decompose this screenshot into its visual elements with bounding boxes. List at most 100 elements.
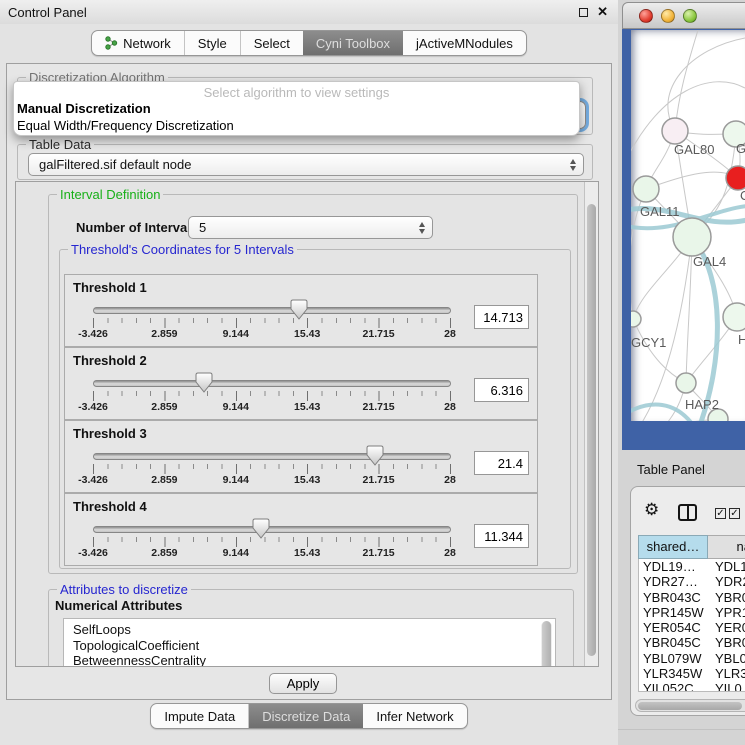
slider-thumb[interactable] (195, 372, 213, 393)
table-row[interactable]: YBL079WYBL0 (639, 651, 745, 666)
node-label-c: C (740, 188, 745, 203)
threshold-4-value-field[interactable] (474, 524, 529, 548)
table-panel: Table Panel ⚙ ✓ ✓ shared… na YDL19…YDL1 … (618, 450, 745, 745)
network-desktop: GAL80 GA C GAL11 GAL4 GCY1 H HAP2 (622, 29, 745, 450)
tab-cyni-toolbox[interactable]: Cyni Toolbox (303, 31, 403, 55)
threshold-2-slider[interactable]: -3.4262.8599.14415.4321.71528 (93, 374, 451, 416)
threshold-3-slider[interactable]: -3.4262.8599.14415.4321.71528 (93, 447, 451, 489)
node-h[interactable] (723, 303, 745, 331)
threshold-3-value-field[interactable] (474, 451, 529, 475)
table-row[interactable]: YDR27…YDR2 (639, 574, 745, 589)
close-traffic-light-icon[interactable] (639, 9, 653, 23)
slider-track (93, 307, 451, 314)
column-header-name[interactable]: na (708, 535, 745, 559)
columns-icon[interactable] (678, 504, 697, 521)
slider-track (93, 526, 451, 533)
cyni-toolbox-content: Discretization Algorithm Table Data galF… (6, 63, 612, 700)
dropdown-item-equal-width-frequency[interactable]: Equal Width/Frequency Discretization (14, 118, 579, 135)
tab-discretize-data[interactable]: Discretize Data (249, 704, 363, 728)
table-row[interactable]: YLR345WYLR3 (639, 666, 745, 681)
table-panel-title: Table Panel (637, 462, 705, 477)
tab-select-label: Select (254, 36, 290, 51)
zoom-traffic-light-icon[interactable] (683, 9, 697, 23)
slider-thumb[interactable] (290, 299, 308, 320)
threshold-2-panel: Threshold 2 -3.4262.8599.14415.4321.7152… (64, 347, 538, 420)
node-gal80[interactable] (662, 118, 688, 144)
slider-track (93, 453, 451, 460)
combo-stepper-icon (419, 222, 425, 234)
settings-scrollpane: Interval Definition Number of Intervals … (15, 181, 599, 667)
threshold-2-label: Threshold 2 (73, 353, 147, 368)
node-red-selected[interactable] (726, 166, 745, 190)
table-row[interactable]: YBR045CYBR0 (639, 635, 745, 650)
slider-ticks (93, 391, 451, 401)
column-header-shared-name[interactable]: shared… (638, 535, 708, 559)
thresholds-group-title: Threshold's Coordinates for 5 Intervals (68, 242, 297, 257)
table-data-select[interactable]: galFiltered.sif default node (28, 153, 584, 176)
node-label-ga: GA (736, 141, 745, 156)
slider-ticks (93, 464, 451, 474)
table-row[interactable]: YDL19…YDL1 (639, 559, 745, 574)
minimize-traffic-light-icon[interactable] (661, 9, 675, 23)
node-gal11[interactable] (633, 176, 659, 202)
table-row[interactable]: YPR145WYPR1 (639, 605, 745, 620)
threshold-4-slider[interactable]: -3.4262.8599.14415.4321.71528 (93, 520, 451, 562)
threshold-1-slider[interactable]: -3.4262.8599.14415.4321.71528 (93, 301, 451, 343)
network-canvas[interactable]: GAL80 GA C GAL11 GAL4 GCY1 H HAP2 (631, 30, 745, 421)
threshold-1-panel: Threshold 1 -3.4262.8599.14415.4321.7152… (64, 274, 538, 347)
page-title: Control Panel (8, 5, 579, 20)
network-window-titlebar[interactable] (622, 2, 745, 29)
checkbox-icon[interactable]: ✓ (715, 508, 726, 519)
close-icon[interactable]: ✕ (597, 7, 608, 17)
control-panel: Control Panel ✕ Network Styl (0, 0, 618, 745)
float-window-icon[interactable] (579, 8, 588, 17)
threshold-4-label: Threshold 4 (73, 499, 147, 514)
list-item-topologicalcoefficient[interactable]: TopologicalCoefficient (73, 638, 555, 654)
interval-definition-title: Interval Definition (57, 187, 163, 202)
threshold-3-label: Threshold 3 (73, 426, 147, 441)
app-window: Control Panel ✕ Network Styl (0, 0, 745, 745)
combo-stepper-icon (570, 159, 576, 171)
node-hap2[interactable] (676, 373, 696, 393)
table-row[interactable]: YER054CYER0 (639, 620, 745, 635)
panel-divider (618, 729, 745, 730)
node-label-gal11: GAL11 (640, 204, 680, 219)
tab-impute-data[interactable]: Impute Data (151, 704, 249, 728)
list-scrollbar[interactable] (541, 621, 552, 667)
tab-style-label: Style (198, 36, 227, 51)
slider-scale: -3.4262.8599.14415.4321.71528 (93, 328, 451, 341)
vertical-scrollbar[interactable] (584, 182, 598, 666)
list-item-selfloops[interactable]: SelfLoops (73, 622, 555, 638)
threshold-2-value-field[interactable] (474, 378, 529, 402)
list-item-betweennesscentrality[interactable]: BetweennessCentrality (73, 653, 555, 667)
node-gcy1[interactable] (631, 311, 641, 327)
node-gal4[interactable] (673, 218, 711, 256)
gear-icon[interactable]: ⚙ (644, 501, 659, 518)
table-row[interactable]: YIL052CYIL0 (639, 681, 745, 692)
tab-style[interactable]: Style (185, 31, 241, 55)
network-icon-dots (106, 36, 117, 48)
tab-impute-data-label: Impute Data (164, 709, 235, 724)
vertical-scrollbar-thumb[interactable] (587, 204, 596, 656)
slider-scale: -3.4262.8599.14415.4321.71528 (93, 474, 451, 487)
tab-infer-network[interactable]: Infer Network (363, 704, 466, 728)
slider-ticks (93, 537, 451, 547)
table-row[interactable]: YBR043CYBR0 (639, 590, 745, 605)
algorithm-dropdown-popup: Select algorithm to view settings Manual… (13, 81, 580, 136)
tab-jactivemnodules[interactable]: jActiveMNodules (403, 31, 526, 55)
list-scrollbar-thumb[interactable] (542, 621, 551, 667)
slider-thumb[interactable] (366, 445, 384, 466)
threshold-1-value-field[interactable] (474, 305, 529, 329)
control-panel-titlebar: Control Panel ✕ (0, 0, 618, 24)
network-icon (105, 36, 118, 51)
checkbox-icon[interactable]: ✓ (729, 508, 740, 519)
apply-button[interactable]: Apply (269, 673, 337, 694)
slider-thumb[interactable] (252, 518, 270, 539)
number-of-intervals-select[interactable]: 5 (188, 216, 433, 239)
horizontal-scrollbar[interactable] (635, 699, 745, 712)
dropdown-item-manual-discretization[interactable]: Manual Discretization (14, 101, 579, 118)
node-table: shared… na YDL19…YDL1 YDR27…YDR2 YBR043C… (638, 535, 745, 692)
tab-network[interactable]: Network (92, 31, 185, 55)
horizontal-scrollbar-thumb[interactable] (638, 702, 742, 710)
tab-select[interactable]: Select (241, 31, 303, 55)
